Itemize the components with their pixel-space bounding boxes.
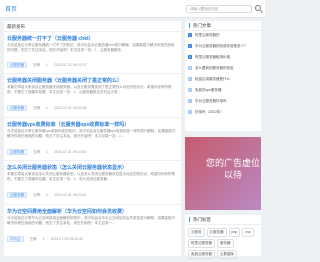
author: 玉腾: [33, 192, 40, 197]
rank-badge: 3: [188, 55, 192, 59]
date: 2023-07-31 09:22:38: [53, 106, 87, 110]
rank-badge: 2: [188, 44, 192, 48]
ad-banner[interactable]: 您的广告虚位以待: [185, 137, 261, 210]
ad-text: 您的广告虚位以待: [205, 158, 260, 180]
article-excerpt: 本篇文章给大家谈谈云服务器关闭服务器，以及云服务器关闭了是正常的么对应的知识点，…: [7, 85, 172, 94]
tag-button[interactable]: 阿里云服务器: [188, 239, 215, 248]
views: 1: [46, 193, 48, 197]
hot-article-title[interactable]: 华为云服务器的收费标准是多少?: [195, 44, 246, 49]
article-title[interactable]: 云服务器vps收费标准（云服务器vps收费标准一样吗）: [7, 121, 129, 128]
author: 玉腾: [33, 105, 40, 110]
article-meta: 云服务器 玉腾 1 2023-07-31 09:22:40: [7, 149, 86, 155]
home-link[interactable]: 首页: [5, 4, 17, 13]
hot-article-item[interactable]: 8 好用吗（2022年）: [185, 108, 261, 119]
tag-button[interactable]: 云服务器: [206, 228, 227, 237]
tag-button[interactable]: php: [228, 228, 241, 237]
hot-article-item[interactable]: 3 阿里云服务器租用价格: [185, 53, 261, 64]
article-excerpt: 本篇文章给大家谈谈怎么关闭云服务器状态，以及怎么关闭云服务器状态显示对应的知识点…: [7, 172, 175, 181]
article-meta: 云服务器 玉腾 1 2023-07-31 09:22:38: [7, 105, 86, 111]
rank-badge: 8: [188, 110, 192, 114]
article-title[interactable]: 云服务器关闭服务器（云服务器关闭了是正常的么）: [7, 77, 122, 84]
section-title: 最新发布: [7, 24, 25, 29]
article-excerpt: 今天给各位分享云服务器统一打不了的知识，其中也会对云服务器chkt进行解释，如果…: [7, 43, 175, 52]
tag-button[interactable]: css: [242, 228, 254, 237]
article-title[interactable]: 华为云空间费用全面解析（华为云空间如何会员收费）: [7, 208, 127, 215]
rank-badge: 5: [188, 77, 192, 81]
tags-panel: 热门标签 云服务 云服务器 php css 阿里云服务器 服务器 免费云服务器 …: [185, 215, 261, 259]
hot-article-item[interactable]: 6 免费的vps服务器: [185, 86, 261, 97]
author: 玉腾: [33, 149, 40, 154]
rank-badge: 4: [188, 66, 192, 70]
date: 2023-07-31 09:22:42: [50, 237, 83, 241]
category-tag[interactable]: 华为云: [7, 236, 24, 242]
rank-badge: 7: [188, 99, 192, 103]
search-icon[interactable]: [255, 5, 261, 11]
article-meta: 云服务器 玉腾 1 2023-07-31 09:22:41: [7, 192, 86, 198]
author: 玉腾: [29, 236, 37, 241]
hot-article-item[interactable]: 1 阿里云服务器的: [185, 31, 261, 42]
hot-article-title[interactable]: 怎么看我的服务器的信息: [195, 66, 234, 71]
top-navigation: 首页 请输入要找的内容: [0, 0, 265, 18]
category-tag[interactable]: 云服务器: [7, 192, 27, 198]
hot-article-title[interactable]: 阿里云服务器的: [195, 33, 220, 38]
article-meta: 华为云 玉腾 1 2023-07-31 09:22:42: [7, 236, 83, 242]
category-tag[interactable]: 云服务器: [7, 105, 27, 111]
article-item[interactable]: 华为云空间费用全面解析（华为云空间如何会员收费） 今天给各位分享华为云空间费用全…: [4, 204, 181, 256]
hot-article-item[interactable]: 5 轻量应用服务器是什么: [185, 75, 261, 86]
hot-article-item[interactable]: 4 怎么看我的服务器的信息: [185, 64, 261, 75]
search-input[interactable]: 请输入要找的内容: [186, 5, 252, 13]
article-title[interactable]: 怎么关闭云服务器状态（怎么关闭云服务器状态显示）: [7, 164, 127, 171]
tags-title: 热门标签: [185, 215, 261, 225]
hot-article-title[interactable]: 阿里云服务器租用价格: [195, 55, 230, 60]
hot-article-title[interactable]: 华为云服务器好用吗: [195, 99, 227, 104]
hot-article-title[interactable]: 免费的vps服务器: [195, 88, 221, 93]
tag-button[interactable]: 服务器: [217, 239, 234, 248]
hot-article-item[interactable]: 2 华为云服务器的收费标准是多少?: [185, 42, 261, 53]
rank-badge: 6: [188, 88, 192, 92]
article-title[interactable]: 云服务器统一打不了（云服务器 chkt）: [7, 35, 94, 42]
hot-article-title[interactable]: 好用吗（2022年）: [195, 110, 224, 115]
article-item[interactable]: 云服务器vps收费标准（云服务器vps收费标准一样吗） 今天给各位分享云服务器v…: [4, 117, 181, 160]
views: 1: [46, 106, 48, 110]
hot-article-item[interactable]: 7 华为云服务器好用吗: [185, 97, 261, 108]
hot-articles-title: 热门文章: [185, 21, 261, 31]
date: 2023-07-31 09:22:40: [53, 150, 87, 154]
views: 1: [46, 150, 48, 154]
hot-articles-panel: 热门文章 1 阿里云服务器的 2 华为云服务器的收费标准是多少? 3 阿里云服务器租用…: [185, 21, 261, 131]
date: 2023-07-31 09:22:37: [53, 63, 87, 67]
article-item[interactable]: 云服务器关闭服务器（云服务器关闭了是正常的么） 本篇文章给大家谈谈云服务器关闭服…: [4, 73, 181, 117]
category-tag[interactable]: 云服务器: [7, 62, 27, 68]
article-excerpt: 今天给各位分享华为云空间费用全面解析的知识，其中也会对华为云空间如何会员收费进行…: [7, 216, 175, 225]
article-list: 最新发布 云服务器统一打不了（云服务器 chkt） 今天给各位分享云服务器统一打…: [4, 21, 181, 256]
article-meta: 云服务器 玉腾 1 2023-07-31 09:22:37: [7, 62, 86, 68]
views: 1: [46, 63, 48, 67]
tag-button[interactable]: 云服务: [188, 228, 205, 237]
category-tag[interactable]: 云服务器: [7, 149, 27, 155]
article-item[interactable]: 怎么关闭云服务器状态（怎么关闭云服务器状态显示） 本篇文章给大家谈谈怎么关闭云服…: [4, 160, 181, 204]
hot-article-title[interactable]: 轻量应用服务器是什么: [195, 77, 230, 82]
author: 玉腾: [33, 62, 40, 67]
date: 2023-07-31 09:22:41: [53, 193, 87, 197]
article-item[interactable]: 云服务器统一打不了（云服务器 chkt） 今天给各位分享云服务器统一打不了的知识…: [4, 31, 181, 73]
article-excerpt: 今天给各位分享云服务器vps收费标准的知识，其中也会对云服务器vps收费标准一样…: [7, 129, 176, 138]
views: 1: [42, 237, 45, 241]
rank-badge: 1: [188, 33, 192, 37]
